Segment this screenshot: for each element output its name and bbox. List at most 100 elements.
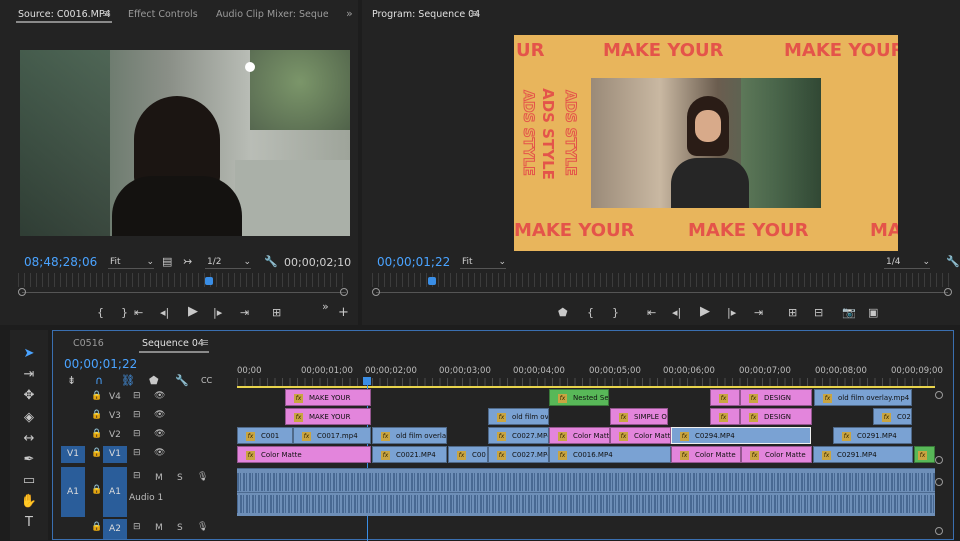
program-play-icon[interactable]: ▶ xyxy=(700,305,710,319)
clip-color-matte-v1-3[interactable]: fx Color Matte xyxy=(741,446,812,463)
source-patch-v1[interactable]: V1 xyxy=(61,446,85,463)
tab-c0516[interactable]: C0516 xyxy=(73,338,104,349)
track-label-v1[interactable]: V1 xyxy=(103,446,127,463)
track-select-tool-icon[interactable]: ⇥ xyxy=(19,367,39,382)
mark-out-icon[interactable]: } xyxy=(121,306,128,320)
clip-c0291-v1[interactable]: fx C0291.MP4 xyxy=(813,446,913,463)
audio-clip-a1[interactable] xyxy=(237,468,935,516)
clip-design-v4[interactable]: fx DESIGN xyxy=(740,389,812,406)
clip-c0027-v1[interactable]: fx C0027.MP4 xyxy=(488,446,549,463)
ripple-edit-tool-icon[interactable]: ✥ xyxy=(19,388,39,403)
clip-c0017-v2[interactable]: fx C0017.mp4 xyxy=(293,427,371,444)
lock-icon[interactable]: 🔒 xyxy=(91,522,102,532)
razor-tool-icon[interactable]: ◈ xyxy=(19,410,39,425)
program-time-ruler[interactable] xyxy=(372,273,952,287)
program-zoom-handle-right[interactable] xyxy=(944,288,952,296)
track-label-a1[interactable]: A1 xyxy=(103,467,127,517)
add-marker-icon[interactable]: ⬟ xyxy=(558,306,568,320)
lock-icon[interactable]: 🔒 xyxy=(91,429,102,439)
program-mark-in-icon[interactable]: { xyxy=(587,306,594,320)
rectangle-tool-icon[interactable]: ▭ xyxy=(19,473,39,488)
mute-button[interactable]: M xyxy=(155,473,163,483)
camera-icon[interactable]: 📷 xyxy=(842,306,856,320)
eye-icon[interactable]: 👁 xyxy=(154,391,165,401)
program-timecode[interactable]: 00;00;01;22 xyxy=(377,255,450,269)
clip-nested-sequence[interactable]: fx Nested Se xyxy=(549,389,609,406)
track-label-a2[interactable]: A2 xyxy=(103,519,127,539)
clip-v4-pink-small[interactable]: fx xyxy=(710,389,740,406)
clip-color-matte-v1-2[interactable]: fx Color Matte xyxy=(671,446,741,463)
more-buttons-icon[interactable]: » xyxy=(322,300,329,314)
timeline-ruler[interactable]: 00;00 00;00;01;00 00;00;02;00 00;00;03;0… xyxy=(237,363,943,389)
program-mark-out-icon[interactable]: } xyxy=(612,306,619,320)
vertical-scroll-handle-bottom[interactable] xyxy=(935,456,943,464)
vertical-scroll-handle-top[interactable] xyxy=(935,391,943,399)
clip-c0021-v1[interactable]: fx C0021.MP4 xyxy=(372,446,447,463)
go-to-out-icon[interactable]: ⇥ xyxy=(240,306,249,320)
clip-design-v3[interactable]: fx DESIGN xyxy=(740,408,812,425)
audio-scroll-handle-top[interactable] xyxy=(935,478,943,486)
sync-lock-icon[interactable]: ⊟ xyxy=(133,448,141,458)
snap-icon[interactable]: ∩ xyxy=(95,374,103,388)
sequence-menu-icon[interactable]: ≡ xyxy=(200,336,209,349)
timeline-playhead-marker[interactable] xyxy=(363,377,371,385)
comparison-view-icon[interactable]: ▣ xyxy=(868,306,878,320)
clip-color-matte-v1[interactable]: fx Color Matte xyxy=(237,446,371,463)
insert-icon[interactable]: ⊞ xyxy=(272,306,281,320)
sync-lock-icon[interactable]: ⊟ xyxy=(133,391,141,401)
timeline-timecode[interactable]: 00;00;01;22 xyxy=(64,357,137,371)
sync-lock-icon[interactable]: ⊟ xyxy=(133,410,141,420)
source-patch-a1[interactable]: A1 xyxy=(61,467,85,517)
zoom-handle-left[interactable] xyxy=(18,288,26,296)
eye-icon[interactable]: 👁 xyxy=(154,448,165,458)
export-frame-icon[interactable]: ▤ xyxy=(162,255,172,269)
program-go-to-out-icon[interactable]: ⇥ xyxy=(754,306,763,320)
clip-c0291-v2[interactable]: fx C0291.MP4 xyxy=(833,427,912,444)
insert-arrows-icon[interactable]: ↣ xyxy=(183,255,192,269)
program-step-back-icon[interactable]: ◂| xyxy=(672,306,681,320)
clip-color-matt-v2-2[interactable]: fx Color Matt xyxy=(610,427,671,444)
clip-c0027-v2[interactable]: fx C0027.MP4 xyxy=(488,427,549,444)
microphone-icon[interactable]: 🎙 xyxy=(197,522,208,532)
clip-green-end-v1[interactable]: fx xyxy=(914,446,935,463)
source-fit-dropdown[interactable]: Fit ⌄ xyxy=(108,255,154,269)
lock-icon[interactable]: 🔒 xyxy=(91,410,102,420)
type-tool-icon[interactable]: T xyxy=(19,515,39,530)
panel-menu-icon[interactable]: ≡ xyxy=(102,7,111,20)
microphone-icon[interactable]: 🎙 xyxy=(197,472,208,482)
hand-tool-icon[interactable]: ✋ xyxy=(19,494,39,509)
add-marker-timeline-icon[interactable]: ⬟ xyxy=(149,374,159,388)
sync-lock-icon[interactable]: ⊟ xyxy=(133,429,141,439)
eye-icon[interactable]: 👁 xyxy=(154,410,165,420)
play-icon[interactable]: ▶ xyxy=(188,305,198,319)
clip-old-film-v3[interactable]: fx old film ove xyxy=(488,408,549,425)
source-time-ruler[interactable] xyxy=(18,273,348,287)
lift-icon[interactable]: ⊞ xyxy=(788,306,797,320)
mute-button[interactable]: M xyxy=(155,523,163,533)
tab-source[interactable]: Source: C0016.MP4 xyxy=(18,9,111,20)
sync-lock-icon[interactable]: ⊟ xyxy=(133,471,141,481)
lock-icon[interactable]: 🔒 xyxy=(91,448,102,458)
tab-effect-controls[interactable]: Effect Controls xyxy=(128,9,198,20)
tab-sequence-04[interactable]: Sequence 04 xyxy=(142,338,204,349)
captions-icon[interactable]: CC xyxy=(201,374,212,388)
source-playhead[interactable] xyxy=(205,277,213,285)
selection-tool-icon[interactable]: ➤ xyxy=(19,346,39,361)
clip-c001-v2[interactable]: fx C001 xyxy=(237,427,293,444)
program-title[interactable]: Program: Sequence 04 xyxy=(372,9,480,20)
program-fit-dropdown[interactable]: Fit ⌄ xyxy=(460,255,506,269)
clip-simple-v3[interactable]: fx SIMPLE O xyxy=(610,408,668,425)
extract-icon[interactable]: ⊟ xyxy=(814,306,823,320)
step-forward-icon[interactable]: |▸ xyxy=(213,306,222,320)
clip-old-film-v2[interactable]: fx old film overlay xyxy=(372,427,447,444)
program-menu-icon[interactable]: ≡ xyxy=(470,7,479,20)
linked-selection-icon[interactable]: ⛓ xyxy=(121,374,135,388)
source-timecode[interactable]: 08;48;28;06 xyxy=(24,255,97,269)
program-zoom-bar[interactable] xyxy=(376,292,948,293)
clip-make-your-v3[interactable]: fx MAKE YOUR xyxy=(285,408,371,425)
clip-c00-v1[interactable]: fx C00 xyxy=(448,446,488,463)
program-step-forward-icon[interactable]: |▸ xyxy=(727,306,736,320)
track-area[interactable]: fx MAKE YOUR fx Nested Se fx fx DESIGN fx ol… xyxy=(237,388,935,541)
step-back-icon[interactable]: ◂| xyxy=(160,306,169,320)
wrench-icon[interactable]: 🔧 xyxy=(264,255,278,269)
